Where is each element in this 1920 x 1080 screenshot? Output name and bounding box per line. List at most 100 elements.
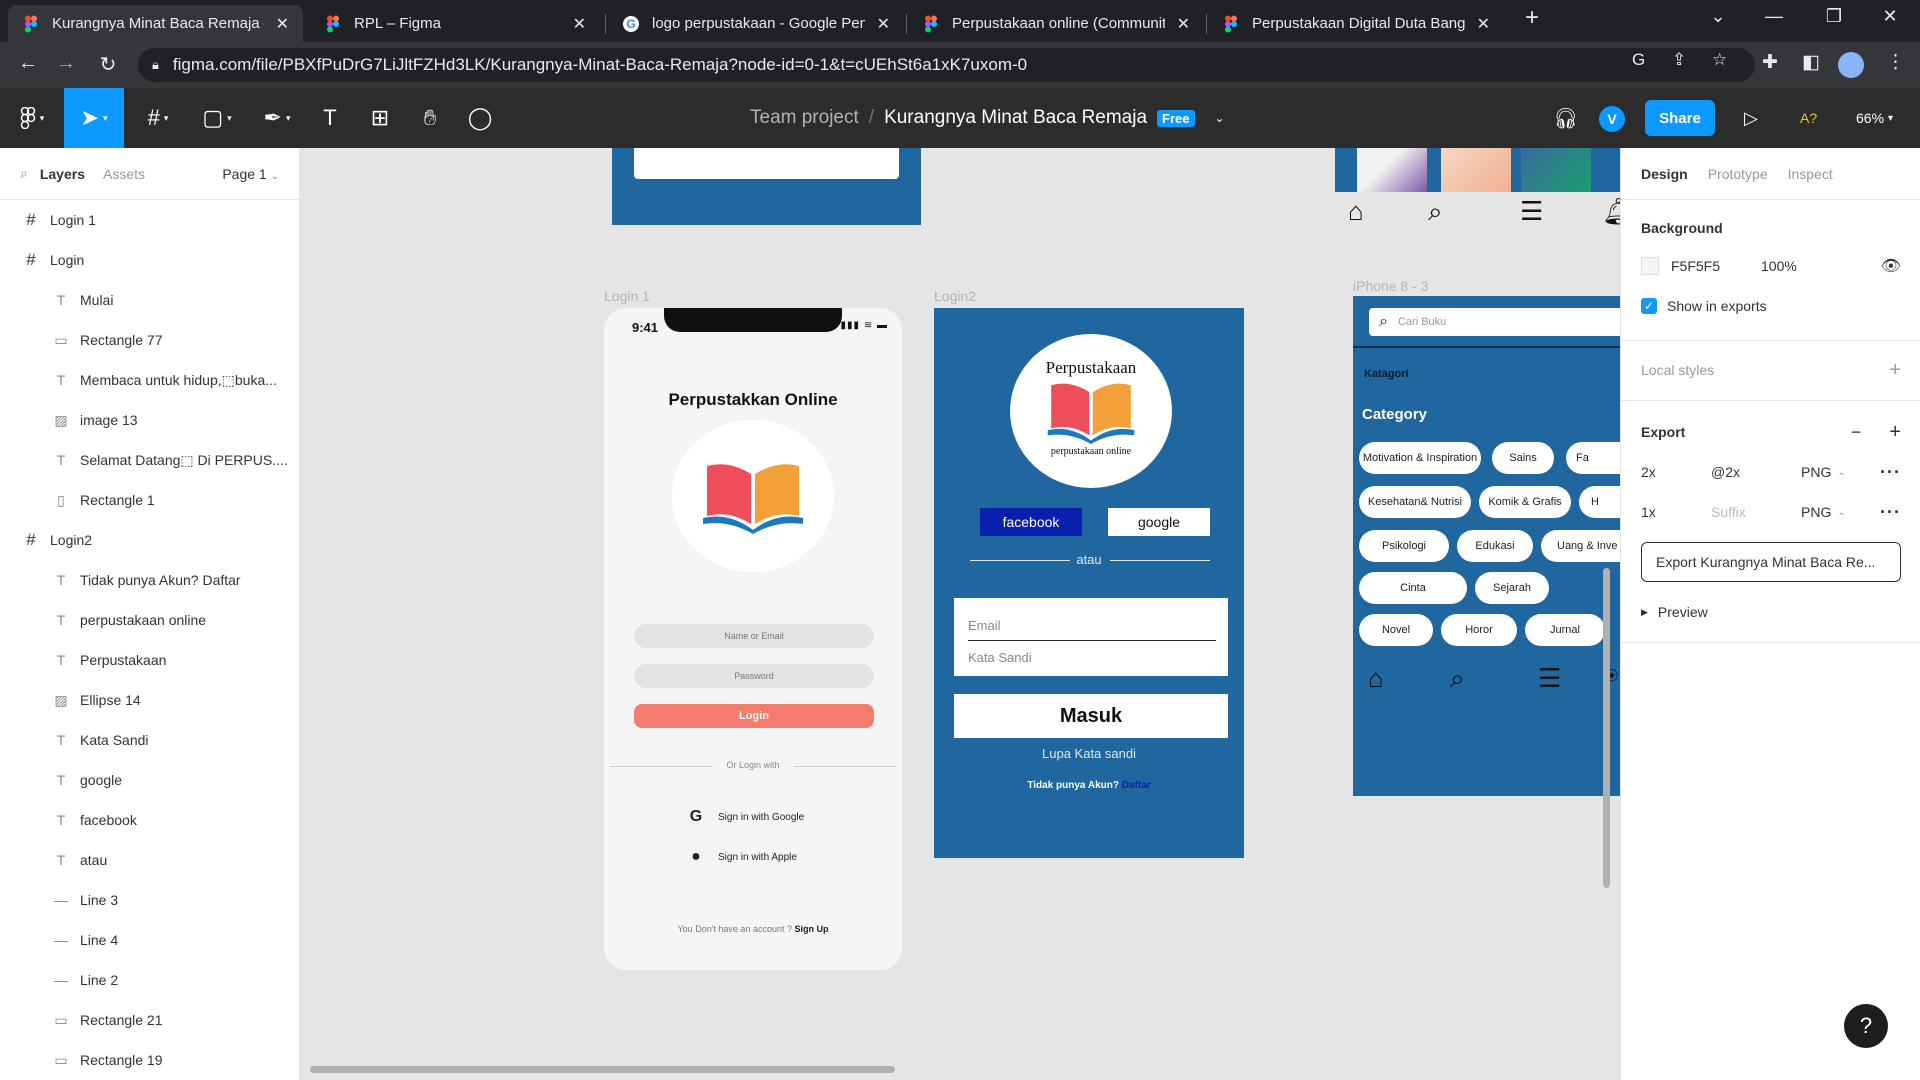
layer-item[interactable]: ▨ image 13 — [0, 400, 299, 440]
layer-item[interactable]: T Tidak punya Akun? Daftar — [0, 560, 299, 600]
layer-item[interactable]: ▯ Rectangle 1 — [0, 480, 299, 520]
facebook-button[interactable]: facebook — [980, 508, 1082, 536]
layer-item[interactable]: Tatau — [0, 840, 299, 880]
lock-icon[interactable]: 🔒︎ — [152, 57, 159, 73]
chevron-down-icon[interactable]: ⌄ — [1837, 467, 1845, 478]
password-field[interactable]: Password — [634, 664, 874, 688]
layer-item[interactable]: # Login 1 — [0, 200, 299, 240]
add-export-icon[interactable]: + — [1889, 421, 1901, 444]
forward-icon[interactable]: → — [52, 52, 80, 75]
help-button[interactable]: ? — [1844, 1004, 1888, 1048]
category-chip[interactable]: Jurnal — [1525, 614, 1605, 646]
layer-item[interactable]: # Login2 — [0, 520, 299, 560]
more-options-icon[interactable]: ··· — [1880, 502, 1901, 523]
frame-tool[interactable]: # ▾ — [134, 88, 182, 148]
export-suffix[interactable]: @2x — [1711, 464, 1801, 480]
layer-item[interactable]: T Kata Sandi — [0, 720, 299, 760]
google-lens-icon[interactable]: G — [1632, 50, 1645, 70]
category-chip[interactable]: Motivation & Inspiration — [1359, 442, 1481, 474]
present-play-icon[interactable]: ▷ — [1744, 88, 1758, 148]
layer-item[interactable]: Tfacebook — [0, 800, 299, 840]
category-chip[interactable]: Sains — [1492, 442, 1554, 474]
category-chip[interactable]: Uang & Inve — [1541, 530, 1620, 562]
bookmark-star-icon[interactable]: ☆ — [1712, 50, 1727, 70]
category-chip[interactable]: Novel — [1359, 614, 1433, 646]
shape-tool[interactable]: ▢ ▾ — [192, 88, 242, 148]
tab-search-icon[interactable]: ⌄ — [1698, 6, 1738, 27]
remove-export-icon[interactable]: − — [1851, 422, 1862, 443]
apple-signin-button[interactable]: ● Sign in with Apple — [688, 848, 797, 866]
category-chip[interactable]: Horor — [1441, 614, 1517, 646]
project-name[interactable]: Team project — [750, 107, 859, 129]
file-title-area[interactable]: Team project / Kurangnya Minat Baca Rema… — [750, 88, 1225, 148]
frame-label-login1[interactable]: Login 1 — [604, 288, 650, 304]
email-field[interactable]: Email — [968, 618, 1001, 633]
add-style-icon[interactable]: + — [1889, 359, 1901, 382]
headphones-icon[interactable]: 🎧︎ — [1553, 88, 1578, 148]
eye-icon[interactable]: 👁︎ — [1881, 256, 1901, 276]
restore-icon[interactable]: ❐ — [1814, 6, 1854, 27]
minimize-icon[interactable]: — — [1754, 6, 1794, 27]
close-tab-icon[interactable]: ✕ — [276, 14, 289, 34]
extensions-icon[interactable]: ✚ — [1762, 51, 1778, 74]
search-bar[interactable]: ⌕ Cari Buku — [1369, 308, 1620, 336]
side-panel-icon[interactable]: ◧ — [1802, 51, 1820, 74]
frame-login1[interactable]: 9:41 ▮▮▮ ≋ ▬ Perpustakkan Online Name or… — [604, 308, 902, 970]
tab-community[interactable]: Perpustakaan online (Community ✕ — [908, 5, 1204, 42]
url-field[interactable]: 🔒︎ figma.com/file/PBXfPuDrG7LiJltFZHd3LK… — [138, 48, 1755, 82]
forgot-password-link[interactable]: Lupa Kata sandi — [934, 746, 1244, 761]
export-scale[interactable]: 1x — [1641, 504, 1711, 520]
new-tab-icon[interactable]: + — [1512, 4, 1552, 32]
category-chip[interactable]: Edukasi — [1457, 530, 1533, 562]
layer-item[interactable]: Tgoogle — [0, 760, 299, 800]
layer-item[interactable]: — Line 3 — [0, 880, 299, 920]
export-suffix[interactable]: Suffix — [1711, 504, 1801, 520]
export-button[interactable]: Export Kurangnya Minat Baca Re... — [1641, 542, 1901, 582]
pen-tool[interactable]: ✒ ▾ — [252, 88, 302, 148]
bg-opacity-value[interactable]: 100% — [1761, 258, 1841, 274]
export-format[interactable]: PNG — [1801, 464, 1831, 480]
frame-login-partial[interactable] — [612, 148, 921, 225]
zoom-dropdown[interactable]: 66% ▾ — [1856, 88, 1893, 148]
main-menu-icon[interactable]: ▾ — [10, 88, 54, 148]
layer-item[interactable]: ▭ Rectangle 21 — [0, 1000, 299, 1040]
design-canvas[interactable]: ⌂ ⌕ ☰ 🔔︎ Login 1 Login2 iPhone 8 - 3 9:4… — [300, 148, 1620, 1080]
close-tab-icon[interactable]: ✕ — [1477, 14, 1490, 34]
page-selector[interactable]: Page 1 ⌄ — [222, 166, 279, 182]
missing-fonts-indicator[interactable]: A? — [1800, 88, 1817, 148]
register-link[interactable]: Daftar — [1122, 780, 1151, 791]
tab-assets[interactable]: Assets — [103, 166, 145, 182]
frame-login2[interactable]: Perpustakaan perpustakaan online faceboo… — [934, 308, 1244, 858]
tab-google-search[interactable]: G logo perpustakaan - Google Pen ✕ — [608, 5, 904, 42]
google-button[interactable]: google — [1108, 508, 1210, 536]
masuk-button[interactable]: Masuk — [954, 694, 1228, 738]
category-chip[interactable]: Kesehatan& Nutrisi — [1359, 486, 1471, 518]
export-scale[interactable]: 2x — [1641, 464, 1711, 480]
tab-design[interactable]: Design — [1641, 166, 1688, 182]
category-chip[interactable]: H — [1579, 486, 1620, 518]
file-name[interactable]: Kurangnya Minat Baca Remaja — [884, 107, 1147, 129]
chevron-down-icon[interactable]: ⌄ — [1215, 111, 1225, 125]
tab-prototype[interactable]: Prototype — [1708, 166, 1768, 182]
password-field[interactable]: Kata Sandi — [968, 650, 1032, 665]
show-in-exports-row[interactable]: ✓ Show in exports — [1641, 292, 1901, 320]
close-tab-icon[interactable]: ✕ — [573, 14, 586, 34]
layer-item[interactable]: ▭ Rectangle 77 — [0, 320, 299, 360]
layer-item[interactable]: # Login — [0, 240, 299, 280]
plan-badge[interactable]: Free — [1157, 109, 1195, 127]
preview-toggle[interactable]: ▶ Preview — [1641, 598, 1901, 626]
frame-label-iphone[interactable]: iPhone 8 - 3 — [1353, 278, 1429, 294]
layer-item[interactable]: ▭ Rectangle 19 — [0, 1040, 299, 1080]
category-chip[interactable]: Psikologi — [1359, 530, 1449, 562]
frame-label-login2[interactable]: Login2 — [934, 288, 976, 304]
google-signin-button[interactable]: G Sign in with Google — [688, 808, 804, 826]
search-icon[interactable]: ⌕ — [20, 165, 28, 182]
category-chip[interactable]: Komik & Grafis — [1479, 486, 1571, 518]
horizontal-scrollbar[interactable] — [310, 1066, 895, 1073]
more-options-icon[interactable]: ··· — [1880, 462, 1901, 483]
close-window-icon[interactable]: ✕ — [1870, 6, 1910, 27]
share-button[interactable]: Share — [1645, 100, 1715, 136]
category-chip[interactable]: Cinta — [1359, 572, 1467, 604]
tab-inspect[interactable]: Inspect — [1788, 166, 1833, 182]
login-button[interactable]: Login — [634, 704, 874, 728]
